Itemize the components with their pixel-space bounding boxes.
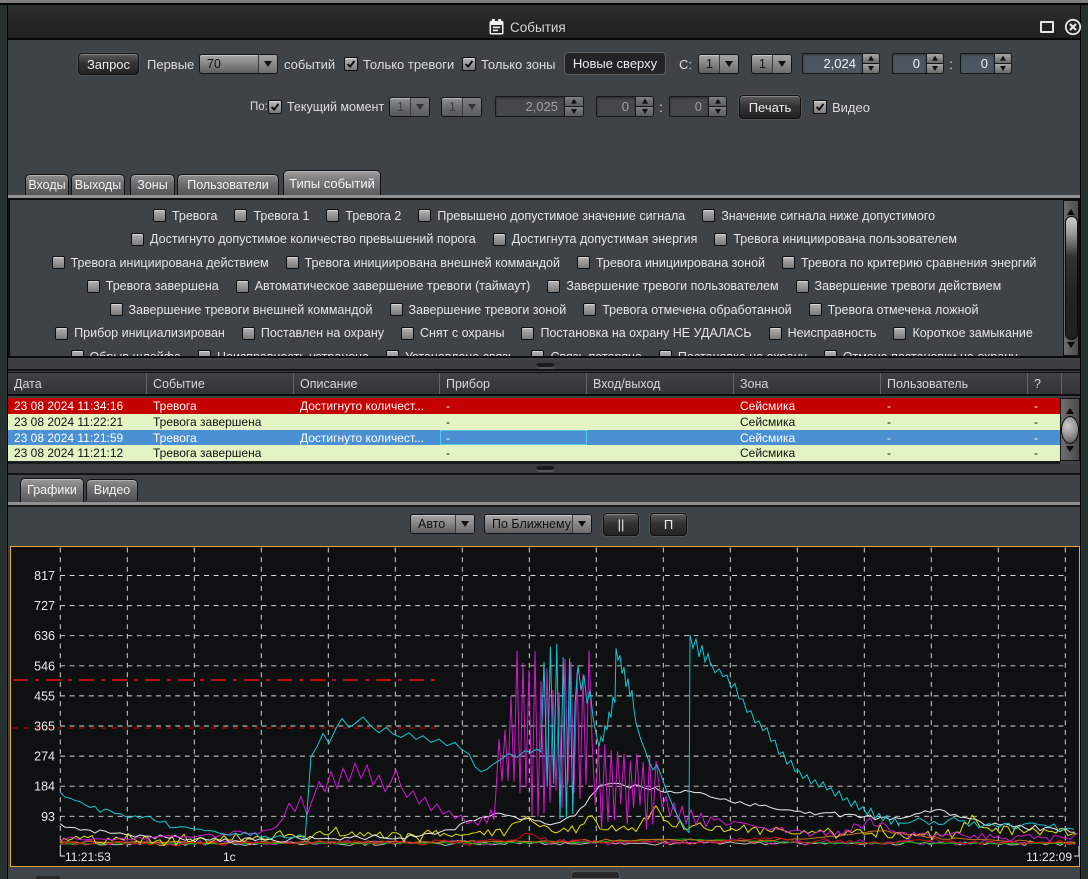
- svg-text:11:21:53: 11:21:53: [65, 850, 111, 864]
- svg-text:455: 455: [34, 689, 55, 703]
- svg-text:546: 546: [34, 659, 55, 673]
- svg-text:274: 274: [34, 750, 55, 764]
- svg-text:11:22:09: 11:22:09: [1026, 850, 1072, 864]
- svg-text:727: 727: [34, 599, 55, 613]
- svg-text:817: 817: [34, 569, 55, 583]
- svg-text:365: 365: [34, 720, 55, 734]
- svg-text:636: 636: [34, 629, 55, 643]
- svg-text:184: 184: [34, 780, 55, 794]
- svg-text:1с: 1с: [223, 850, 236, 864]
- svg-text:93: 93: [41, 810, 55, 824]
